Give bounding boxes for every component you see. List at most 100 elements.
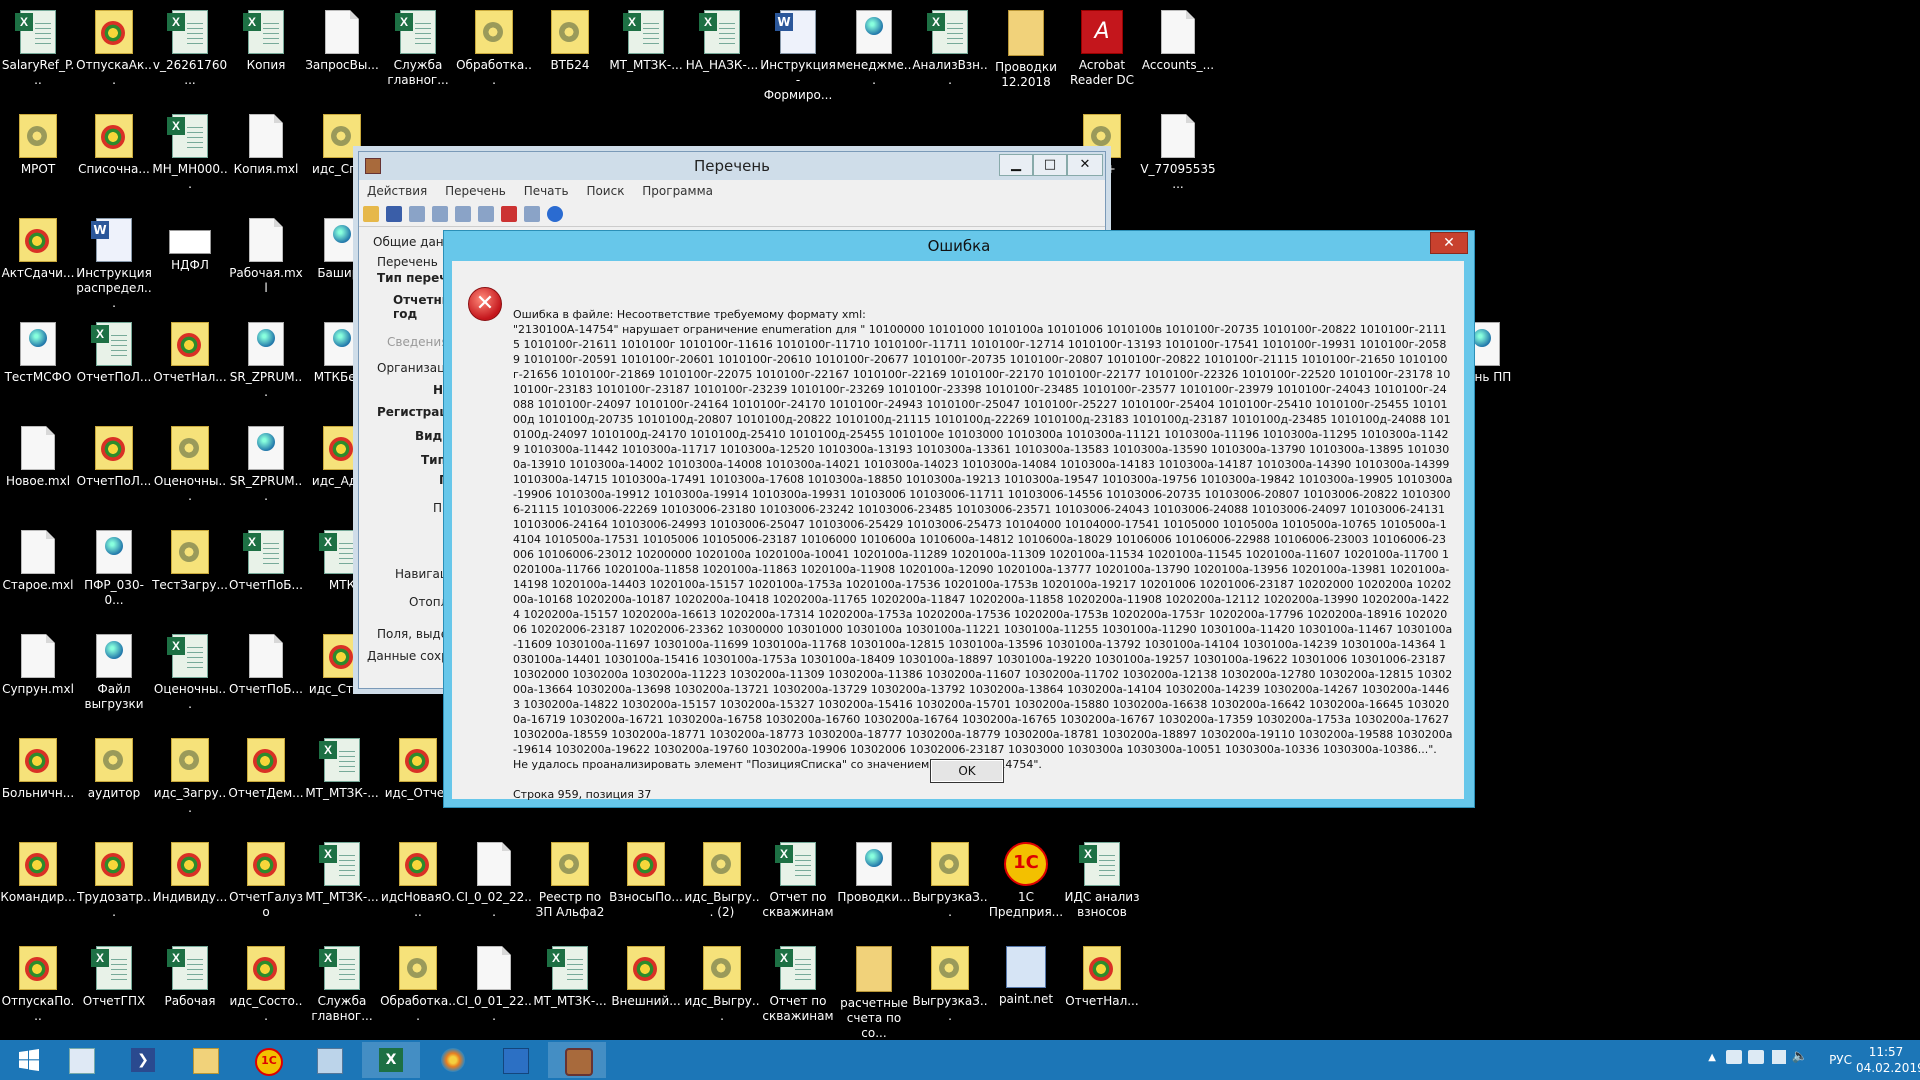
desktop-icon[interactable]: 1С Предприя... <box>988 836 1064 920</box>
menu-perechen[interactable]: Перечень <box>437 180 512 198</box>
menu-actions[interactable]: Действия <box>359 180 433 198</box>
desktop-icon[interactable]: Больничн... <box>0 732 76 801</box>
desktop-icon[interactable]: ОтчетГалузо <box>228 836 304 920</box>
desktop-icon[interactable]: МТ_МТЗК-... <box>532 940 608 1009</box>
open-icon[interactable] <box>363 206 379 222</box>
desktop-icon[interactable]: Списочна... <box>76 108 152 177</box>
desktop-icon[interactable]: МТ_МТЗК-... <box>608 4 684 73</box>
desktop-icon[interactable]: Проводки 12.2018 <box>988 4 1064 90</box>
taskbar-server-manager[interactable] <box>52 1042 110 1078</box>
desktop-icon[interactable]: Копия.mxl <box>228 108 304 177</box>
desktop-icon[interactable]: МТ_МТЗК-... <box>304 732 380 801</box>
desktop-icon[interactable]: V_77095535... <box>1140 108 1216 192</box>
desktop-icon[interactable]: ВТБ24 <box>532 4 608 73</box>
desktop-icon[interactable]: Старое.mxl <box>0 524 76 593</box>
desktop-icon[interactable]: ИДС анализ взносов <box>1064 836 1140 920</box>
start-button[interactable] <box>0 1042 58 1078</box>
desktop-icon[interactable]: Новое.mxl <box>0 420 76 489</box>
desktop-icon[interactable]: ОтчетПоБ... <box>228 524 304 593</box>
close-button[interactable]: ✕ <box>1067 154 1103 176</box>
desktop-icon[interactable]: v_26261760... <box>152 4 228 88</box>
network-icon[interactable] <box>1726 1050 1742 1064</box>
desktop-icon[interactable]: МН_МН000... <box>152 108 228 192</box>
desktop-icon[interactable]: SalaryRef_P... <box>0 4 76 88</box>
clock[interactable]: 11:57 04.02.2019 <box>1856 1044 1920 1076</box>
menu-search[interactable]: Поиск <box>578 180 630 198</box>
error-dialog[interactable]: Ошибка ✕ ✕ Ошибка в файле: Несоответстви… <box>443 230 1475 808</box>
minimize-button[interactable]: ▁ <box>999 154 1033 176</box>
desktop-icon[interactable]: Инструкция - Формиро... <box>760 4 836 103</box>
paste-icon[interactable] <box>478 206 494 222</box>
desktop-icon[interactable]: Обработка... <box>456 4 532 88</box>
desktop-icon[interactable]: ОтчетПоЛ... <box>76 420 152 489</box>
taskbar-remote-desktop[interactable] <box>486 1042 544 1078</box>
desktop-icon[interactable]: аудитор <box>76 732 152 801</box>
report-icon[interactable] <box>501 206 517 222</box>
desktop-icon[interactable]: Отчет по скважинам <box>760 940 836 1024</box>
desktop-icon[interactable]: ОтпускаАк... <box>76 4 152 88</box>
taskbar-perechen[interactable] <box>548 1042 606 1078</box>
desktop-icon[interactable]: ОтчетНал... <box>1064 940 1140 1009</box>
help-icon[interactable] <box>547 206 563 222</box>
desktop-icon[interactable]: SR_ZPRUM... <box>228 420 304 504</box>
desktop-icon[interactable]: Accounts_... <box>1140 4 1216 73</box>
action-center-icon[interactable] <box>1772 1050 1786 1064</box>
desktop-icon[interactable]: CI_0_02_22... <box>456 836 532 920</box>
desktop-icon[interactable]: ЗапросВы... <box>304 4 380 73</box>
print-icon[interactable] <box>409 206 425 222</box>
desktop-icon[interactable]: идсНоваяО... <box>380 836 456 920</box>
desktop-icon[interactable]: SR_ZPRUM... <box>228 316 304 400</box>
desktop-icon[interactable]: ВзносыПо... <box>608 836 684 905</box>
desktop-icon[interactable]: идс_Состо... <box>228 940 304 1024</box>
desktop-icon[interactable]: ОтпускаПо... <box>0 940 76 1024</box>
taskbar-excel[interactable]: X <box>362 1042 420 1078</box>
desktop-icon[interactable]: ОтчетДем... <box>228 732 304 801</box>
desktop-icon[interactable]: Оценочны... <box>152 420 228 504</box>
desktop-icon[interactable]: Обработка... <box>380 940 456 1024</box>
menu-print[interactable]: Печать <box>516 180 575 198</box>
desktop-icon[interactable]: Трудозатр... <box>76 836 152 920</box>
close-button[interactable]: ✕ <box>1430 232 1468 254</box>
desktop-icon[interactable]: МТ_МТЗК-... <box>304 836 380 905</box>
show-hidden-icons-icon[interactable]: ▲ <box>1708 1052 1716 1063</box>
desktop-icon[interactable]: ТестЗагру... <box>152 524 228 593</box>
desktop-icon[interactable]: ВыгрузкаЗ... <box>912 940 988 1024</box>
find-icon[interactable] <box>524 206 540 222</box>
desktop-icon[interactable]: Отчет по скважинам <box>760 836 836 920</box>
desktop-icon[interactable]: Копия <box>228 4 304 73</box>
menu-program[interactable]: Программа <box>634 180 719 198</box>
perechen-titlebar[interactable]: Перечень ▁ □ ✕ <box>359 152 1105 180</box>
desktop-icon[interactable]: Проводки... <box>836 836 912 905</box>
desktop-icon[interactable]: paint.net <box>988 940 1064 1007</box>
desktop-icon[interactable]: НДФЛ <box>152 212 228 273</box>
desktop-icon[interactable]: Рабочая.mxl <box>228 212 304 296</box>
desktop-icon[interactable]: МРОТ <box>0 108 76 177</box>
desktop-icon[interactable]: Файл выгрузки <box>76 628 152 712</box>
language-indicator[interactable]: РУС <box>1829 1053 1852 1067</box>
copy-icon[interactable] <box>455 206 471 222</box>
taskbar-explorer[interactable] <box>176 1042 234 1078</box>
taskbar-notepad[interactable] <box>300 1042 358 1078</box>
desktop-icon[interactable]: ТестМСФО <box>0 316 76 385</box>
desktop-icon[interactable]: Инструкция распредел... <box>76 212 152 311</box>
desktop-icon[interactable]: Acrobat Reader DC <box>1064 4 1140 88</box>
maximize-button[interactable]: □ <box>1033 154 1067 176</box>
volume-icon[interactable]: 🔈 <box>1792 1049 1808 1064</box>
desktop-icon[interactable]: ОтчетГПХ <box>76 940 152 1009</box>
desktop-icon[interactable]: расчетные счета по со... <box>836 940 912 1041</box>
desktop-icon[interactable]: CI_0_01_22... <box>456 940 532 1024</box>
desktop-icon[interactable]: Реестр по ЗП Альфа2 <box>532 836 608 920</box>
desktop-icon[interactable]: Служба главног... <box>380 4 456 88</box>
desktop-icon[interactable]: Командир... <box>0 836 76 905</box>
desktop-icon[interactable]: ОтчетПоБ... <box>228 628 304 697</box>
desktop-icon[interactable]: ОтчетПоЛ... <box>76 316 152 385</box>
taskbar-paint[interactable] <box>424 1042 482 1078</box>
taskbar-powershell[interactable]: ❯ <box>114 1042 172 1078</box>
desktop-icon[interactable]: ОтчетНал... <box>152 316 228 385</box>
desktop-icon[interactable]: Внешний... <box>608 940 684 1009</box>
desktop-icon[interactable]: Индивиду... <box>152 836 228 905</box>
network-alert-icon[interactable] <box>1748 1050 1764 1064</box>
refresh-icon[interactable] <box>432 206 448 222</box>
desktop-icon[interactable]: Оценочны... <box>152 628 228 712</box>
desktop-icon[interactable]: Супрун.mxl <box>0 628 76 697</box>
